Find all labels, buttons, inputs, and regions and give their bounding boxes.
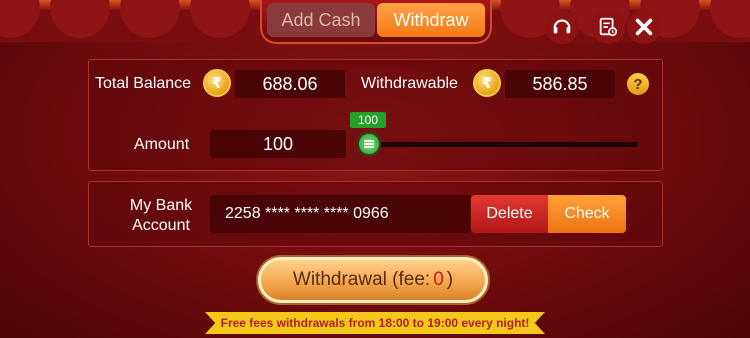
headset-icon	[553, 19, 571, 34]
bank-account-number: 2258 **** **** **** 0966	[210, 195, 470, 233]
receipt-history-icon	[599, 17, 618, 37]
help-icon[interactable]: ?	[627, 73, 649, 95]
transaction-history-button[interactable]	[591, 10, 625, 44]
awning-scallop	[190, 0, 250, 38]
close-icon	[635, 18, 653, 36]
withdrawal-fee: 0	[433, 269, 444, 290]
total-balance-value: 688.06	[235, 70, 345, 98]
grip-lines-icon	[364, 143, 374, 145]
withdrawal-label: Withdrawal (fee:	[292, 269, 431, 290]
amount-slider-handle[interactable]	[357, 132, 381, 156]
amount-slider-track[interactable]	[366, 142, 638, 147]
slider-value-tooltip: 100	[350, 112, 386, 128]
awning-scallop	[50, 0, 110, 38]
tab-switch: Add Cash Withdraw	[260, 0, 492, 44]
withdrawal-suffix: )	[446, 269, 454, 290]
bank-account-label: My Bank Account	[129, 197, 193, 234]
notice-ribbon: Free fees withdrawals from 18:00 to 19:0…	[205, 312, 545, 334]
rupee-coin-icon: ₹	[473, 69, 501, 97]
check-button[interactable]: Check	[548, 195, 626, 233]
rupee-coin-icon: ₹	[203, 69, 231, 97]
tab-add-cash[interactable]: Add Cash	[267, 3, 375, 37]
awning-scallop	[710, 0, 750, 38]
tab-withdraw[interactable]: Withdraw	[377, 3, 485, 37]
customer-service-button[interactable]	[545, 10, 579, 44]
amount-label: Amount	[134, 136, 190, 153]
awning-scallop	[120, 0, 180, 38]
awning-scallop	[0, 0, 40, 38]
withdrawable-value: 586.85	[505, 70, 615, 98]
total-balance-label: Total Balance	[95, 75, 192, 92]
amount-input[interactable]: 100	[210, 130, 346, 158]
withdrawal-button[interactable]: Withdrawal (fee: 0 )	[258, 257, 488, 303]
delete-button[interactable]: Delete	[471, 195, 548, 233]
withdrawable-label: Withdrawable	[361, 75, 458, 92]
close-button[interactable]	[627, 10, 661, 44]
